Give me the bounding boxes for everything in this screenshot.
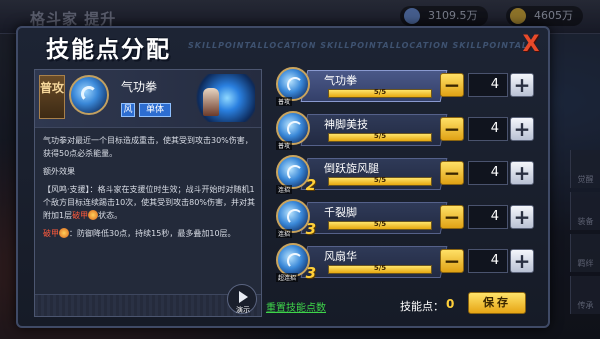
extra-effect-part2: 状态。	[98, 211, 123, 220]
skill-badge: 连招 2	[272, 154, 316, 194]
skill-progress: 5/5	[328, 264, 432, 274]
skill-info-panel: 普攻 气功拳 风 单体 气功拳对最近一个目标造成重击，使其受到攻击30%伤害，获…	[34, 69, 262, 317]
skill-points-value: 0	[446, 297, 455, 311]
debuff-description: 破甲 ：防御降低30点，持续15秒，最多叠加10层。	[43, 227, 255, 240]
dialog-title: 技能点分配	[46, 36, 171, 63]
skill-type: 超连招	[276, 273, 299, 282]
skill-row[interactable]: 超连招 3 风扇华 5/5 − 4 +	[272, 242, 534, 282]
skill-progress: 5/5	[328, 220, 432, 230]
progress-text: 5/5	[373, 220, 387, 228]
progress-text: 5/5	[373, 264, 387, 272]
decrease-button[interactable]: −	[440, 161, 464, 185]
skill-name: 神脚美技	[324, 118, 368, 131]
debuff-desc-text: ：防御降低30点，持续15秒，最多叠加10层。	[69, 229, 236, 238]
increase-button[interactable]: +	[510, 205, 534, 229]
decrease-button[interactable]: −	[440, 117, 464, 141]
extra-effect-title: 额外效果	[43, 167, 75, 176]
demo-button[interactable]: 演示	[227, 284, 257, 314]
skill-point-count: 4	[468, 73, 508, 97]
close-button[interactable]: X	[520, 34, 542, 56]
increase-button[interactable]: +	[510, 249, 534, 273]
skill-progress: 5/5	[328, 132, 432, 142]
armor-break-icon	[88, 210, 99, 220]
swirl-icon	[81, 86, 97, 102]
skill-icon	[276, 67, 310, 101]
skill-name: 千裂脚	[324, 206, 357, 219]
skill-point-count: 4	[468, 161, 508, 185]
debuff-title: 破甲	[43, 229, 59, 238]
combo-number: 2	[305, 176, 316, 194]
combo-number: 3	[305, 220, 316, 238]
skill-row[interactable]: 连招 3 千裂脚 5/5 − 4 +	[272, 198, 534, 238]
skill-points-label: 技能点：	[400, 300, 444, 313]
element-tag: 风	[121, 103, 135, 117]
skill-type: 普攻	[276, 97, 293, 106]
skill-type: 连招	[276, 185, 293, 194]
decrease-button[interactable]: −	[440, 205, 464, 229]
header-decor-text: SKILLPOINTALLOCATION SKILLPOINTALLOCATIO…	[188, 41, 528, 50]
skill-badge: 普攻	[272, 66, 316, 106]
skill-icon	[69, 75, 109, 115]
skill-badge: 超连招 3	[272, 242, 316, 282]
decrease-button[interactable]: −	[440, 73, 464, 97]
increase-button[interactable]: +	[510, 161, 534, 185]
skill-progress: 5/5	[328, 176, 432, 186]
skill-info-header: 普攻 气功拳 风 单体	[35, 70, 261, 128]
target-tag: 单体	[139, 103, 172, 117]
armor-break-icon	[59, 228, 69, 238]
skill-point-count: 4	[468, 205, 508, 229]
fighter-figure	[203, 88, 219, 116]
increase-button[interactable]: +	[510, 117, 534, 141]
skill-name: 倒跃旋风腿	[324, 162, 379, 175]
skill-type: 普攻	[276, 141, 293, 150]
extra-effect-text: 【风鸣·支援】：格斗家在支援位时生效；战斗开始时对随机1个敌方目标连续踢击10次…	[43, 183, 255, 222]
skill-type: 连招	[276, 229, 293, 238]
skill-row[interactable]: 普攻 气功拳 5/5 − 4 +	[272, 66, 534, 106]
skill-artwork	[193, 74, 255, 122]
skill-point-dialog: SKILLPOINTALLOCATION SKILLPOINTALLOCATIO…	[16, 26, 550, 328]
skill-name: 气功拳	[324, 74, 357, 87]
demo-label: 演示	[236, 306, 250, 314]
skill-point-count: 4	[468, 249, 508, 273]
skill-badge: 普攻	[272, 110, 316, 150]
skill-row[interactable]: 普攻 神脚美技 5/5 − 4 +	[272, 110, 534, 150]
reset-skill-points-link[interactable]: 重置技能点数	[266, 299, 326, 314]
progress-text: 5/5	[373, 132, 387, 140]
skill-point-count: 4	[468, 117, 508, 141]
skill-badge: 连招 3	[272, 198, 316, 238]
skill-name: 气功拳	[121, 80, 158, 94]
skill-progress: 5/5	[328, 88, 432, 98]
skill-icon	[276, 111, 310, 145]
decrease-button[interactable]: −	[440, 249, 464, 273]
play-icon	[239, 291, 248, 303]
progress-text: 5/5	[373, 176, 387, 184]
description-text: 气功拳对最近一个目标造成重击，使其受到攻击30%伤害，获得50点必杀能量。	[43, 136, 253, 158]
save-button[interactable]: 保存	[468, 292, 526, 314]
skill-description: 气功拳对最近一个目标造成重击，使其受到攻击30%伤害，获得50点必杀能量。 额外…	[43, 134, 255, 245]
increase-button[interactable]: +	[510, 73, 534, 97]
skill-name: 风扇华	[324, 250, 357, 263]
skill-category-tag: 普攻	[39, 75, 65, 119]
progress-text: 5/5	[373, 88, 387, 96]
combo-number: 3	[305, 264, 316, 282]
skill-row[interactable]: 连招 2 倒跃旋风腿 5/5 − 4 +	[272, 154, 534, 194]
debuff-keyword: 破甲	[72, 211, 89, 220]
